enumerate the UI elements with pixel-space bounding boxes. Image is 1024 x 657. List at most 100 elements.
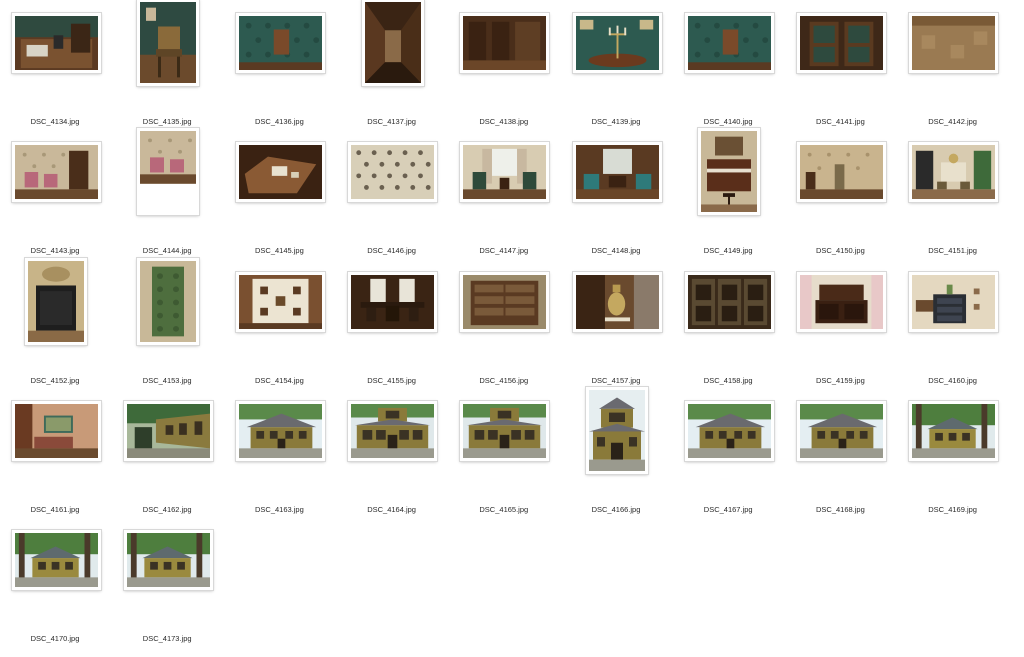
file-name-label: DSC_4168.jpg: [815, 504, 865, 514]
file-name-label: DSC_4162.jpg: [142, 504, 192, 514]
thumbnail-image[interactable]: [235, 400, 325, 461]
file-item[interactable]: DSC_4153.jpg: [121, 257, 233, 399]
file-item[interactable]: DSC_4144.jpg: [121, 128, 233, 269]
thumbnail-image[interactable]: [348, 271, 438, 332]
file-item[interactable]: DSC_4150.jpg: [794, 140, 906, 269]
file-item[interactable]: DSC_4142.jpg: [907, 11, 1019, 140]
file-name-label: DSC_4164.jpg: [367, 504, 416, 514]
thumbnail-image[interactable]: [572, 142, 662, 203]
file-item[interactable]: DSC_4168.jpg: [794, 399, 906, 528]
thumbnail-image[interactable]: [684, 271, 774, 332]
thumbnail-image[interactable]: [11, 530, 101, 591]
file-item[interactable]: DSC_4137.jpg: [346, 0, 458, 140]
thumbnail-image[interactable]: [235, 13, 325, 73]
file-item[interactable]: DSC_4138.jpg: [458, 11, 570, 140]
file-name-label: DSC_4144.jpg: [142, 246, 192, 256]
file-name-label: DSC_4166.jpg: [591, 504, 641, 514]
thumbnail-image[interactable]: [460, 142, 550, 203]
file-item[interactable]: DSC_4143.jpg: [9, 140, 121, 269]
thumbnail-image[interactable]: [11, 13, 101, 73]
file-item[interactable]: DSC_4139.jpg: [570, 11, 682, 140]
file-name-label: DSC_4150.jpg: [815, 246, 865, 256]
file-name-label: DSC_4163.jpg: [254, 504, 304, 514]
file-item[interactable]: DSC_4159.jpg: [794, 270, 906, 399]
file-item[interactable]: DSC_4145.jpg: [233, 140, 345, 269]
thumbnail-image[interactable]: [137, 257, 200, 345]
thumbnail-image[interactable]: [460, 400, 550, 461]
file-item[interactable]: DSC_4146.jpg: [346, 140, 458, 269]
thumbnail-image[interactable]: [460, 271, 550, 332]
file-name-label: DSC_4147.jpg: [479, 246, 529, 256]
file-item[interactable]: DSC_4155.jpg: [346, 270, 458, 399]
thumbnail-image[interactable]: [909, 400, 999, 461]
file-item[interactable]: DSC_4156.jpg: [458, 270, 570, 399]
file-name-label: DSC_4160.jpg: [928, 375, 977, 385]
file-name-label: DSC_4137.jpg: [367, 117, 416, 126]
thumbnail-image[interactable]: [796, 142, 886, 203]
file-name-label: DSC_4140.jpg: [703, 117, 753, 126]
thumbnail-image[interactable]: [25, 257, 87, 345]
thumbnail-image[interactable]: [123, 400, 213, 461]
file-name-label: DSC_4145.jpg: [254, 246, 304, 256]
thumbnail-image[interactable]: [684, 400, 774, 461]
file-item[interactable]: DSC_4147.jpg: [458, 140, 570, 269]
file-name-label: DSC_4136.jpg: [254, 117, 304, 126]
file-item[interactable]: DSC_4149.jpg: [682, 128, 794, 269]
file-item[interactable]: DSC_4136.jpg: [233, 11, 345, 140]
file-name-label: DSC_4158.jpg: [703, 375, 753, 385]
file-item[interactable]: DSC_4148.jpg: [570, 140, 682, 269]
file-item[interactable]: DSC_4158.jpg: [682, 270, 794, 399]
thumbnail-image[interactable]: [796, 13, 886, 73]
thumbnail-image[interactable]: [235, 271, 325, 332]
thumbnail-image[interactable]: [796, 271, 886, 332]
file-item[interactable]: DSC_4152.jpg: [9, 257, 121, 399]
file-name-label: DSC_4139.jpg: [591, 117, 641, 126]
file-item[interactable]: DSC_4164.jpg: [346, 399, 458, 528]
file-item[interactable]: DSC_4134.jpg: [9, 11, 121, 140]
file-name-label: DSC_4167.jpg: [703, 504, 753, 514]
thumbnail-image[interactable]: [235, 142, 325, 203]
file-name-label: DSC_4170.jpg: [30, 634, 80, 644]
file-item[interactable]: DSC_4167.jpg: [682, 399, 794, 528]
thumbnail-image[interactable]: [796, 400, 886, 461]
thumbnail-image[interactable]: [684, 13, 774, 73]
file-name-label: DSC_4138.jpg: [479, 117, 529, 126]
file-item[interactable]: DSC_4169.jpg: [907, 399, 1019, 528]
file-item[interactable]: DSC_4163.jpg: [233, 399, 345, 528]
file-item[interactable]: DSC_4157.jpg: [570, 270, 682, 399]
thumbnail-image[interactable]: [11, 400, 101, 461]
thumbnail-image[interactable]: [909, 142, 999, 203]
thumbnail-image[interactable]: [698, 128, 761, 216]
file-item[interactable]: DSC_4135.jpg: [121, 0, 233, 140]
thumbnail-image[interactable]: [909, 13, 999, 73]
thumbnail-image[interactable]: [11, 142, 101, 203]
file-item[interactable]: DSC_4141.jpg: [794, 11, 906, 140]
thumbnail-image[interactable]: [348, 400, 438, 461]
file-item[interactable]: DSC_4173.jpg: [121, 528, 233, 657]
file-name-label: DSC_4146.jpg: [367, 246, 416, 256]
file-item[interactable]: DSC_4162.jpg: [121, 399, 233, 528]
file-item[interactable]: DSC_4170.jpg: [9, 528, 121, 657]
file-name-label: DSC_4159.jpg: [815, 375, 865, 385]
file-item[interactable]: DSC_4151.jpg: [907, 140, 1019, 269]
file-item[interactable]: DSC_4160.jpg: [907, 270, 1019, 399]
thumbnail-image[interactable]: [361, 0, 424, 86]
file-item[interactable]: DSC_4154.jpg: [233, 270, 345, 399]
thumbnail-image[interactable]: [348, 142, 438, 203]
file-name-label: DSC_4143.jpg: [30, 246, 80, 256]
thumbnail-image[interactable]: [909, 271, 999, 332]
file-grid: DSC_4134.jpg DSC_4135.jpg DSC_4136.jpg DSC_…: [0, 0, 1024, 646]
thumbnail-image[interactable]: [137, 128, 200, 216]
thumbnail-image[interactable]: [572, 13, 662, 73]
file-item[interactable]: DSC_4161.jpg: [9, 399, 121, 528]
file-name-label: DSC_4153.jpg: [142, 375, 192, 385]
file-item[interactable]: DSC_4166.jpg: [570, 386, 682, 528]
file-item[interactable]: DSC_4140.jpg: [682, 11, 794, 140]
file-item[interactable]: DSC_4165.jpg: [458, 399, 570, 528]
thumbnail-image[interactable]: [586, 386, 648, 474]
thumbnail-image[interactable]: [460, 13, 550, 73]
thumbnail-image[interactable]: [137, 0, 200, 86]
file-name-label: DSC_4142.jpg: [928, 117, 977, 126]
thumbnail-image[interactable]: [572, 271, 662, 332]
thumbnail-image[interactable]: [123, 530, 213, 591]
